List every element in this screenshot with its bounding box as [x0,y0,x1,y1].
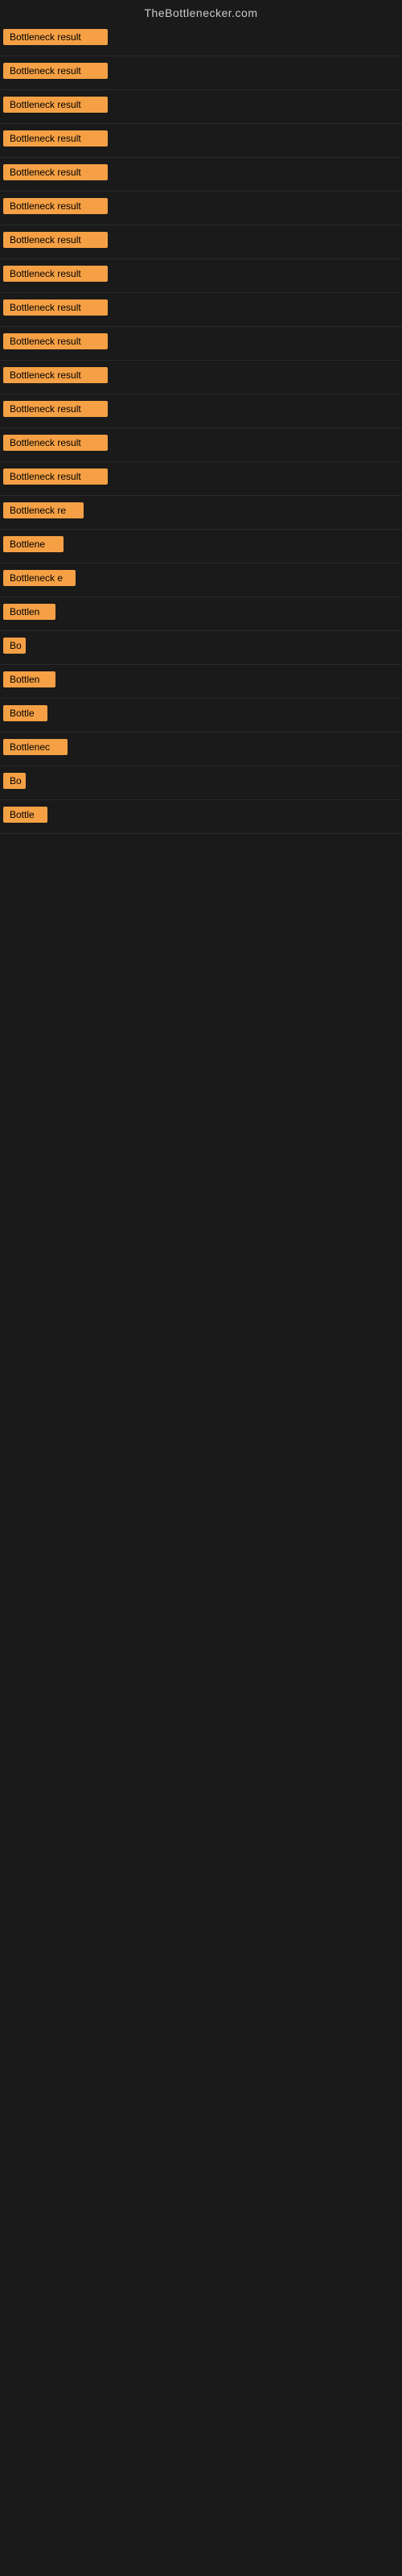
bottleneck-result-badge[interactable]: Bottleneck re [3,502,84,518]
list-item: Bottlen [0,597,402,631]
bottleneck-result-badge[interactable]: Bottleneck result [3,198,108,214]
list-item: Bottleneck result [0,225,402,259]
list-item: Bottle [0,800,402,834]
list-item: Bo [0,631,402,665]
list-item: Bottleneck result [0,293,402,327]
list-item: Bottleneck result [0,428,402,462]
list-item: Bottleneck result [0,56,402,90]
bottleneck-result-badge[interactable]: Bottlen [3,671,55,687]
list-item: Bottleneck result [0,90,402,124]
bottleneck-result-badge[interactable]: Bottleneck result [3,333,108,349]
bottleneck-result-badge[interactable]: Bottleneck result [3,232,108,248]
list-item: Bottleneck result [0,259,402,293]
bottleneck-result-badge[interactable]: Bottle [3,705,47,721]
bottleneck-result-badge[interactable]: Bottleneck result [3,401,108,417]
bottleneck-result-badge[interactable]: Bottleneck e [3,570,76,586]
bottleneck-result-badge[interactable]: Bo [3,638,26,654]
bottleneck-result-badge[interactable]: Bottleneck result [3,469,108,485]
bottleneck-result-badge[interactable]: Bottleneck result [3,130,108,147]
list-item: Bottleneck result [0,361,402,394]
list-item: Bottleneck e [0,564,402,597]
list-item: Bottleneck result [0,158,402,192]
list-item: Bottleneck result [0,192,402,225]
list-item: Bottlene [0,530,402,564]
list-item: Bottleneck result [0,394,402,428]
list-item: Bottleneck result [0,327,402,361]
list-item: Bottlenec [0,733,402,766]
list-item: Bottlen [0,665,402,699]
bottleneck-result-badge[interactable]: Bottleneck result [3,435,108,451]
site-title: TheBottlenecker.com [0,0,402,23]
bottleneck-result-badge[interactable]: Bottlenec [3,739,68,755]
list-item: Bottleneck result [0,462,402,496]
list-item: Bottleneck re [0,496,402,530]
bottleneck-result-badge[interactable]: Bottle [3,807,47,823]
bottleneck-result-badge[interactable]: Bottleneck result [3,367,108,383]
bottleneck-result-badge[interactable]: Bo [3,773,26,789]
bottleneck-result-badge[interactable]: Bottleneck result [3,63,108,79]
bottleneck-result-badge[interactable]: Bottleneck result [3,29,108,45]
list-item: Bottle [0,699,402,733]
list-item: Bo [0,766,402,800]
bottleneck-result-badge[interactable]: Bottleneck result [3,97,108,113]
bottleneck-result-badge[interactable]: Bottleneck result [3,299,108,316]
list-item: Bottleneck result [0,124,402,158]
bottleneck-result-badge[interactable]: Bottlene [3,536,64,552]
bottleneck-result-badge[interactable]: Bottlen [3,604,55,620]
list-item: Bottleneck result [0,23,402,56]
bottleneck-result-badge[interactable]: Bottleneck result [3,266,108,282]
bottleneck-result-badge[interactable]: Bottleneck result [3,164,108,180]
